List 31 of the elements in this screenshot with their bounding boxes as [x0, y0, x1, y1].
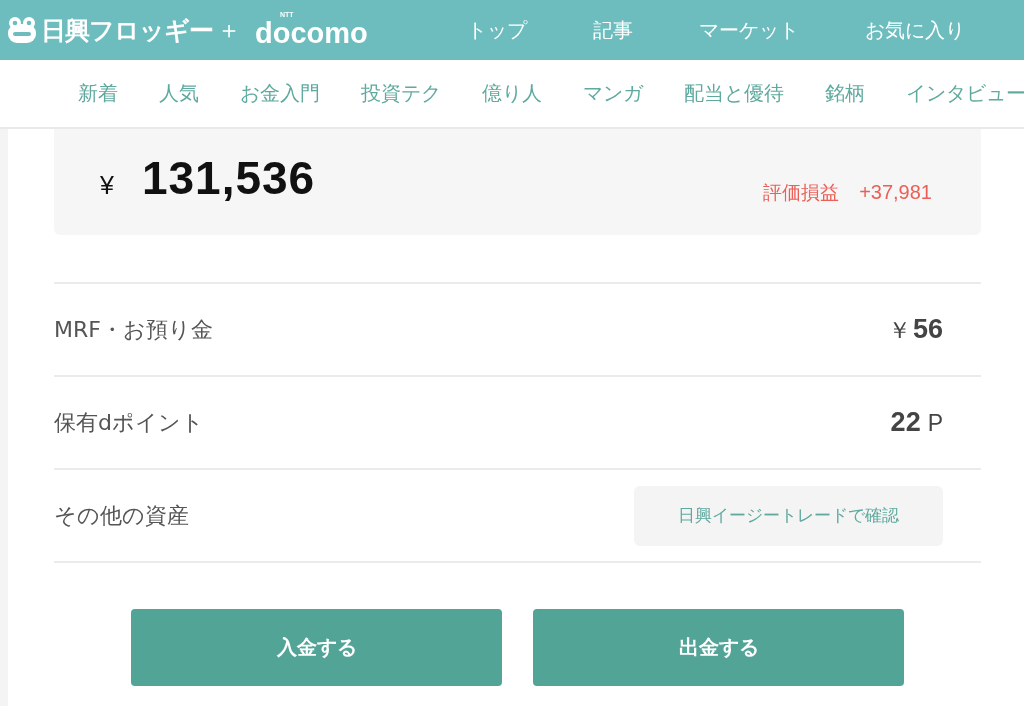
amount-value: 22 [890, 407, 921, 438]
nav-link[interactable]: 記事 [593, 16, 633, 44]
external-link-button[interactable]: 日興イージートレードで確認 [634, 485, 943, 546]
nav-link[interactable]: トップ [467, 16, 527, 44]
currency-sign: ￥ [887, 315, 911, 345]
logo-text[interactable]: 日興フロッギー [41, 13, 213, 47]
partner-logo-text: docomo [255, 16, 368, 49]
category-link[interactable]: お金入門 [240, 80, 320, 107]
gain-value: +37,981 [859, 181, 932, 204]
row-label: 保有dポイント [54, 408, 204, 437]
gain-label: 評価損益 [763, 180, 840, 205]
logo-plus: ＋ [217, 15, 241, 46]
category-link[interactable]: インタビュー [906, 80, 1024, 107]
total-amount: 131,536 [141, 151, 316, 205]
amount-value: 56 [912, 313, 943, 345]
row-label: その他の資産 [54, 501, 189, 530]
unit-label: P [927, 410, 943, 437]
category-link[interactable]: 投資テク [361, 80, 441, 107]
category-link[interactable]: マンガ [583, 80, 643, 107]
nav-link[interactable]: お気に入り [865, 16, 965, 44]
category-link[interactable]: 新着 [78, 80, 118, 107]
action-button[interactable]: 出金する [533, 609, 904, 686]
category-link[interactable]: 配当と優待 [684, 80, 784, 107]
row-label: MRF・お預り金 [54, 315, 213, 344]
frog-icon [8, 17, 36, 43]
action-button[interactable]: 入金する [131, 609, 502, 686]
nav-link[interactable]: マーケット [699, 16, 799, 44]
category-link[interactable]: 銘柄 [825, 80, 865, 107]
category-link[interactable]: 億り人 [482, 80, 542, 107]
currency-sign: ¥ [100, 171, 114, 200]
category-link[interactable]: 人気 [159, 80, 199, 107]
